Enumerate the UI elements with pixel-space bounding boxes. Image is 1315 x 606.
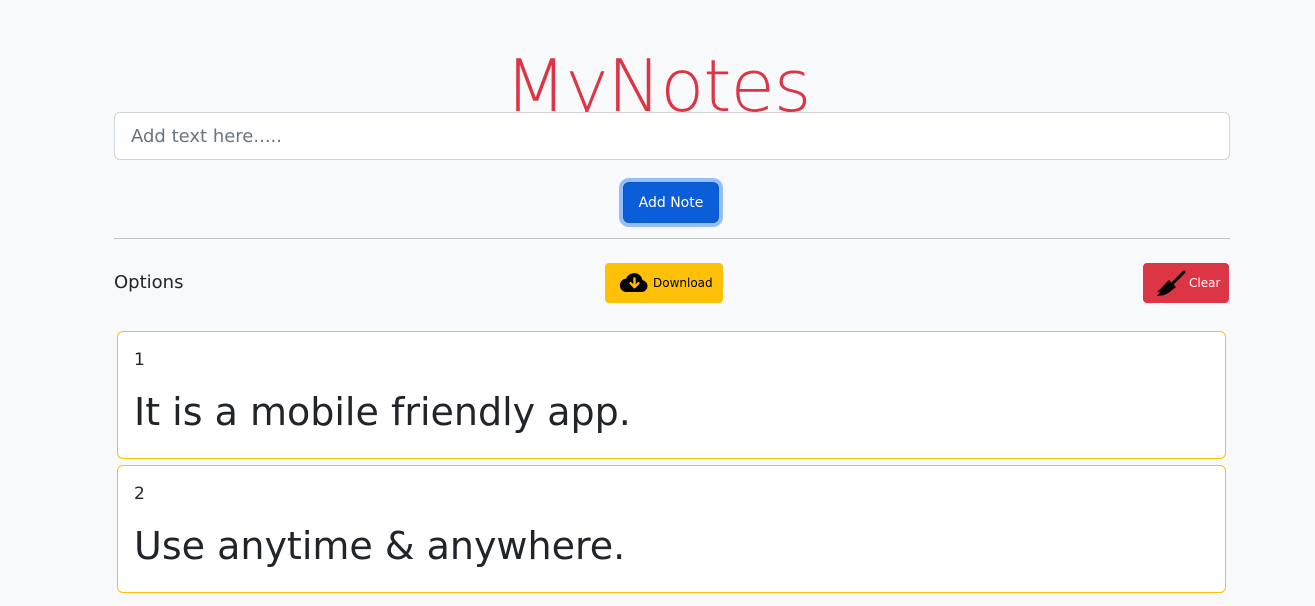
note-card: 1 It is a mobile friendly app.	[117, 331, 1226, 459]
note-card: 2 Use anytime & anywhere.	[117, 465, 1226, 593]
note-number: 2	[134, 484, 145, 504]
download-label: Download	[653, 276, 713, 290]
download-button[interactable]: Download	[605, 263, 723, 303]
clear-button[interactable]: Clear	[1143, 263, 1229, 303]
note-text-input[interactable]	[114, 112, 1230, 160]
options-label: Options	[114, 272, 184, 293]
broom-icon	[1157, 270, 1186, 296]
divider	[114, 238, 1230, 239]
cloud-download-icon	[619, 273, 648, 293]
note-text: It is a mobile friendly app.	[134, 390, 631, 434]
note-number: 1	[134, 350, 145, 370]
note-text: Use anytime & anywhere.	[134, 524, 626, 568]
clear-label: Clear	[1189, 276, 1221, 290]
add-note-button[interactable]: Add Note	[623, 182, 719, 223]
